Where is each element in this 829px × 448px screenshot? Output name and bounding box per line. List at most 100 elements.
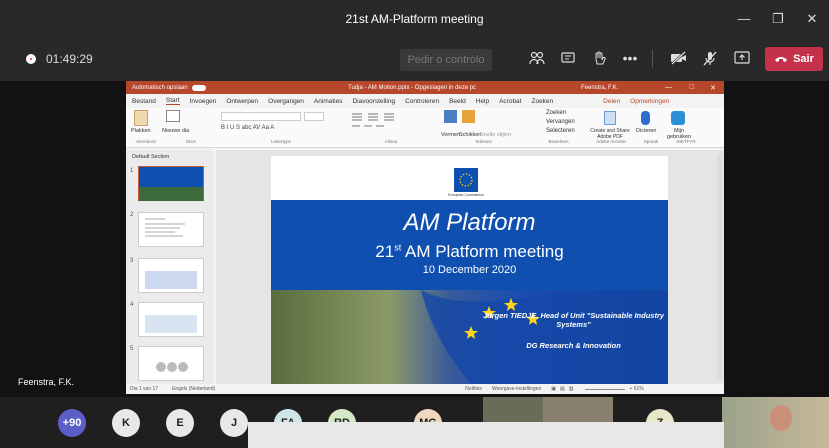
new-slide-label: Nieuwe dia [162, 128, 190, 134]
more-options-icon[interactable]: ••• [619, 47, 641, 69]
slide-date: 10 December 2020 [422, 264, 517, 276]
participant-avatar[interactable]: J [220, 409, 248, 437]
group-spraak: Spraak [643, 139, 659, 144]
slide-thumbnail-3[interactable] [138, 258, 204, 293]
tab-controleren[interactable]: Controleren [405, 98, 439, 105]
view-buttons[interactable]: ▣▤▥ [551, 386, 577, 392]
thumb-number: 5 [130, 346, 134, 352]
tab-beeld[interactable]: Beeld [449, 98, 466, 105]
ppt-user-name: Feenstra, F.K. [581, 84, 619, 91]
arrange-label: Schikken [459, 132, 482, 138]
zoom-slider[interactable] [585, 388, 626, 390]
ppt-title-bar: Automatisch opslaan Tudja - AM Motion.pp… [126, 81, 724, 94]
ppt-status-bar: Dia 1 van 17 Engels (Nederland) Notities… [126, 384, 724, 394]
share-button[interactable]: Delen [603, 98, 620, 105]
thumb-photo [139, 187, 203, 201]
close-button[interactable]: ✕ [795, 0, 829, 37]
select-button[interactable]: Selecteren [546, 128, 575, 134]
org-label: European Commission [448, 193, 484, 197]
tab-help[interactable]: Help [476, 98, 489, 105]
thumb-number: 1 [130, 168, 134, 174]
slide-thumbnail-1[interactable] [138, 166, 204, 201]
slide-editor[interactable]: European Commission AM Platform 21st AM … [216, 150, 724, 384]
group-alinea: Alinea [384, 139, 398, 144]
ppt-file-title: Tudja - AM Motion.pptx - Opgeslagen in d… [348, 84, 477, 91]
autosave-toggle[interactable] [191, 84, 206, 91]
paragraph-buttons[interactable] [350, 112, 410, 127]
tab-start[interactable]: Start [165, 97, 180, 105]
tab-acrobat[interactable]: Acrobat [499, 98, 521, 105]
group-bewerken: Bewerken [548, 139, 569, 144]
section-header[interactable]: Default Section [132, 154, 169, 160]
tab-diavoorstelling[interactable]: Diavoorstelling [352, 98, 395, 105]
overflow-participants[interactable]: +90 [58, 409, 86, 437]
tab-animaties[interactable]: Animaties [314, 98, 343, 105]
find-button[interactable]: Zoeken [546, 110, 566, 116]
phone-hangup-icon [775, 57, 788, 62]
group-lettertype: Lettertype [270, 139, 291, 144]
participant-avatar[interactable]: E [166, 409, 194, 437]
shared-powerpoint-window: Automatisch opslaan Tudja - AM Motion.pp… [126, 81, 724, 394]
window-title-bar: 21st AM-Platform meeting — ❐ ✕ [0, 0, 829, 37]
participant-face [770, 405, 792, 431]
addin-icon[interactable] [671, 111, 685, 125]
participant-video[interactable] [722, 397, 829, 448]
leave-label: Sair [793, 53, 814, 65]
tab-ontwerpen[interactable]: Ontwerpen [226, 98, 258, 105]
minimize-button[interactable]: — [727, 0, 761, 37]
pdf-icon[interactable] [604, 111, 616, 125]
notes-button[interactable]: Notities [465, 386, 482, 392]
zoom-level[interactable]: + 61% [629, 386, 643, 392]
tab-invoegen[interactable]: Invoegen [190, 98, 217, 105]
paste-label: Plakken [131, 128, 151, 134]
tab-overgangen[interactable]: Overgangen [268, 98, 304, 105]
comments-button[interactable]: Opmerkingen [630, 98, 669, 105]
tab-bestand[interactable]: Bestand [132, 98, 156, 105]
tell-me-search[interactable]: Zoeken [531, 98, 553, 105]
dictate-label: Dicteren [636, 128, 657, 134]
camera-off-icon[interactable] [668, 47, 690, 69]
ppt-maximize-icon[interactable]: □ [690, 84, 694, 91]
participant-avatar[interactable]: K [112, 409, 140, 437]
slide-thumbnail-4[interactable] [138, 302, 204, 337]
thumb-number: 2 [130, 212, 134, 218]
slide-photo-eu-flag [271, 290, 668, 384]
slide-speaker: Jürgen TIEDJE, Head of Unit "Sustainable… [482, 311, 665, 329]
participants-icon[interactable] [526, 47, 548, 69]
font-name-select[interactable] [221, 112, 301, 121]
ppt-minimize-icon[interactable]: — [665, 84, 672, 91]
quick-styles-label[interactable]: Snelle stijlen [480, 132, 511, 138]
slide-thumbnail-2[interactable] [138, 212, 204, 247]
chat-icon[interactable] [557, 47, 579, 69]
slide-dg: DG Research & Innovation [526, 341, 621, 350]
thumb-number: 4 [130, 302, 134, 308]
recording-icon [26, 54, 36, 64]
group-tekenen: Tekenen [474, 139, 492, 144]
autosave-label: Automatisch opslaan [132, 84, 188, 91]
raise-hand-icon[interactable] [588, 47, 610, 69]
ppt-close-icon[interactable]: ✕ [710, 84, 716, 92]
share-screen-icon[interactable] [731, 47, 753, 69]
ribbon-home: Plakken Nieuwe dia B I U S abc AV Aa A V… [126, 108, 724, 148]
mic-off-icon[interactable] [699, 47, 721, 69]
slide-subtitle: 21st AM Platform meeting [271, 242, 668, 262]
request-control-button[interactable]: Pedir o controlo [400, 49, 492, 71]
display-settings-button[interactable]: Weergave-instellingen [492, 386, 541, 392]
new-slide-icon[interactable] [166, 110, 180, 122]
leave-button[interactable]: Sair [765, 47, 823, 71]
shapes-icon[interactable] [444, 110, 457, 123]
current-slide[interactable]: European Commission AM Platform 21st AM … [271, 156, 668, 384]
toolbar-divider [652, 50, 653, 68]
font-size-select[interactable] [304, 112, 324, 121]
font-format-buttons[interactable]: B I U S abc AV Aa A [221, 125, 274, 131]
maximize-button[interactable]: ❐ [761, 0, 795, 37]
arrange-icon[interactable] [462, 110, 475, 123]
slide-thumbnail-5[interactable] [138, 346, 204, 381]
dictate-icon[interactable] [641, 111, 650, 125]
paste-icon[interactable] [134, 110, 148, 126]
status-language[interactable]: Engels (Nederland) [172, 386, 215, 392]
thumb-number: 3 [130, 258, 134, 264]
slide-thumbnail-pane[interactable]: Default Section 1 2 3 4 5 [126, 150, 213, 384]
slide-scrollbar[interactable] [717, 154, 722, 380]
replace-button[interactable]: Vervangen [546, 119, 575, 125]
